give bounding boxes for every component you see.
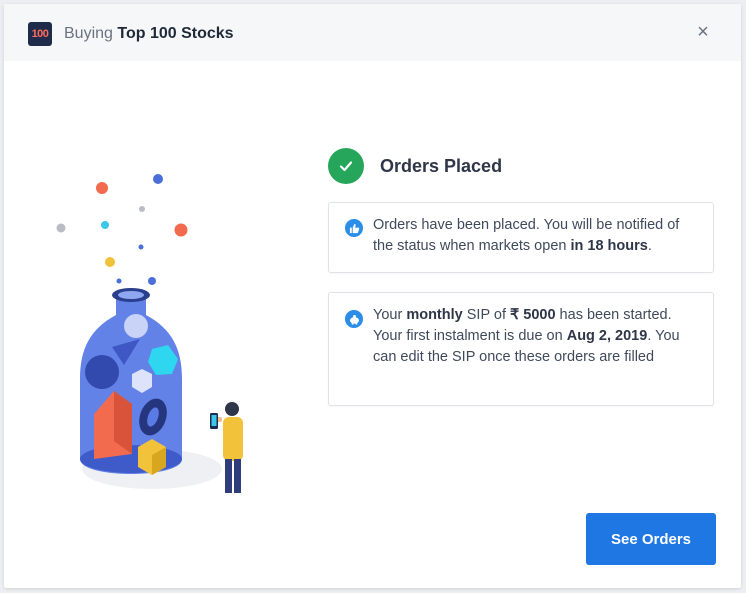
modal-title: Buying Top 100 Stocks [64,24,234,44]
check-icon [328,148,364,184]
sip-frequency: monthly [406,307,463,323]
title-prefix: Buying [64,25,113,42]
card-text-end: . [647,238,652,254]
close-icon[interactable]: × [693,22,713,42]
sip-started-card: Your monthly SIP of ₹ 5000 has been star… [328,292,714,406]
orders-placed-card: Orders have been placed. You will be not… [328,202,714,273]
sip-amount: ₹ 5000 [510,307,556,323]
piggy-bank-icon [345,310,363,328]
thumbs-up-icon [345,219,363,237]
modal-dialog: 100 Buying Top 100 Stocks × Orders Place… [4,4,741,588]
logo-text: 100 [31,28,49,40]
see-orders-button[interactable]: See Orders [586,513,716,565]
title-main: Top 100 Stocks [117,25,234,42]
jar-illustration [56,174,243,493]
status-label: Orders Placed [380,155,503,176]
modal-header: 100 Buying Top 100 Stocks × [4,4,741,61]
instalment-date: Aug 2, 2019 [566,328,648,344]
order-status: Orders Placed [328,148,502,184]
card-text-bold: in 18 hours [570,238,648,254]
top-100-logo: 100 [28,22,52,46]
card-text: Your [373,307,407,323]
card-text: SIP of [462,307,511,323]
